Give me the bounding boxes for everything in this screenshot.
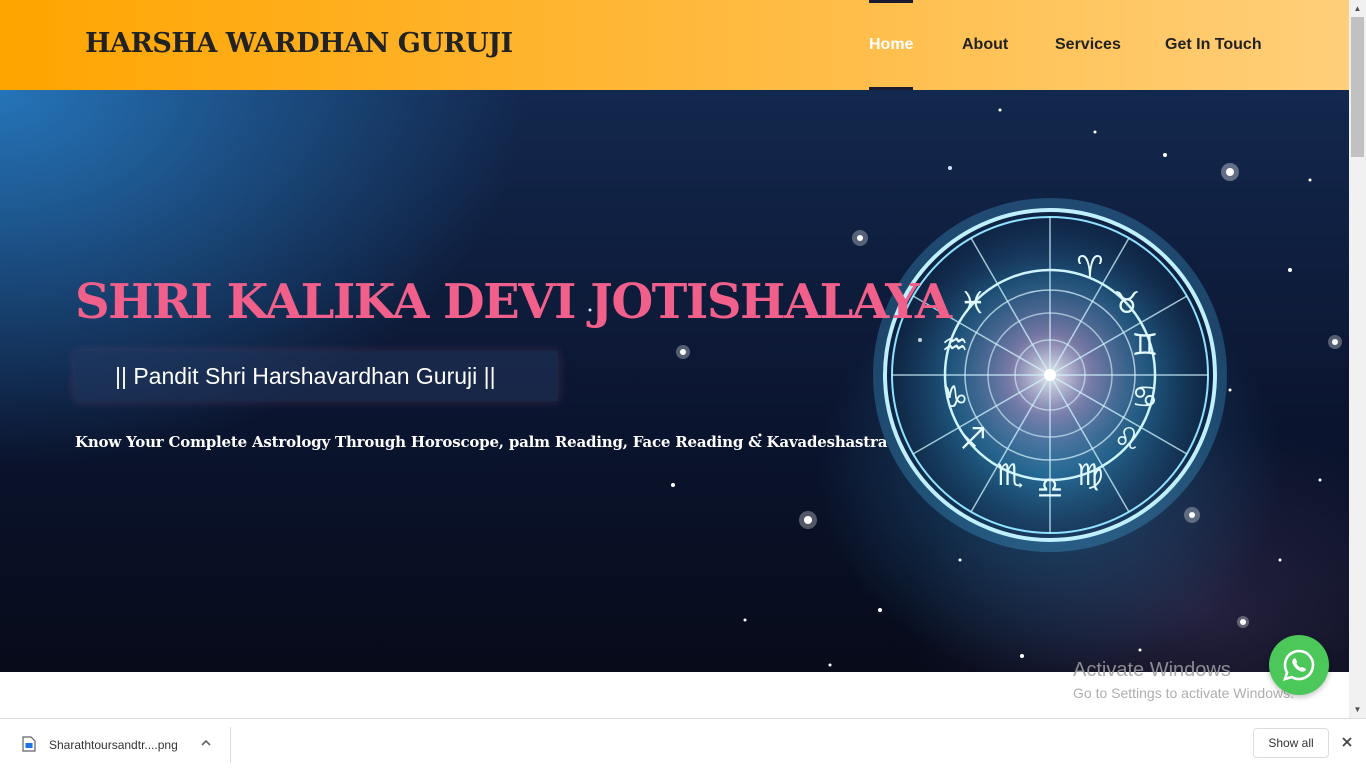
close-icon[interactable] [1340, 735, 1354, 749]
svg-text:♏: ♏ [997, 458, 1024, 493]
svg-text:♌: ♌ [1114, 422, 1141, 457]
page-scrollbar[interactable]: ▲ ▼ [1349, 0, 1366, 718]
svg-text:♒: ♒ [942, 328, 969, 363]
activate-windows-subtitle: Go to Settings to activate Windows. [1073, 685, 1294, 701]
activate-windows-title: Activate Windows [1073, 659, 1231, 681]
download-bar: Sharathtoursandtr....png Show all [0, 718, 1366, 769]
scroll-down-arrow-icon[interactable]: ▼ [1349, 701, 1366, 718]
nav-get-in-touch[interactable]: Get In Touch [1165, 0, 1262, 90]
zodiac-wheel-image: ♈ ♉ ♊ ♋ ♌ ♍ ♎ ♏ ♐ ♑ ♒ ♓ [873, 198, 1227, 552]
show-all-button[interactable]: Show all [1253, 728, 1329, 758]
whatsapp-button[interactable] [1269, 635, 1329, 695]
scrollbar-thumb[interactable] [1351, 17, 1364, 157]
nav-services[interactable]: Services [1055, 0, 1121, 90]
chevron-up-icon[interactable] [199, 736, 213, 750]
image-file-icon [22, 736, 36, 752]
hero-title: SHRI KALIKA DEVI JOTISHALAYA [75, 274, 952, 330]
whatsapp-icon [1283, 649, 1315, 681]
hero-subtitle-box: || Pandit Shri Harshavardhan Guruji || [75, 351, 558, 401]
nav-home[interactable]: Home [869, 0, 914, 90]
nav-services-label: Services [1055, 36, 1121, 53]
nav-active-indicator [869, 0, 914, 3]
svg-text:♑: ♑ [942, 380, 969, 415]
svg-text:♓: ♓ [960, 286, 987, 321]
svg-text:♍: ♍ [1077, 458, 1104, 493]
hero-banner: ♈ ♉ ♊ ♋ ♌ ♍ ♎ ♏ ♐ ♑ ♒ ♓ SHRI KALIKA DEVI… [0, 90, 1349, 672]
main-nav: Home About Services Get In Touch [0, 0, 1349, 90]
nav-home-label: Home [869, 36, 914, 53]
svg-text:♊: ♊ [1132, 328, 1159, 363]
svg-text:♋: ♋ [1132, 380, 1159, 415]
svg-text:♎: ♎ [1037, 471, 1064, 506]
hero-description: Know Your Complete Astrology Through Hor… [75, 433, 888, 451]
hero-subtitle: || Pandit Shri Harshavardhan Guruji || [115, 363, 496, 389]
scroll-up-arrow-icon[interactable]: ▲ [1349, 0, 1366, 17]
site-header: HARSHA WARDHAN GURUJI Home About Service… [0, 0, 1349, 90]
nav-about-label: About [962, 36, 1009, 53]
nav-get-in-touch-label: Get In Touch [1165, 36, 1262, 53]
svg-text:♐: ♐ [960, 422, 987, 457]
download-separator [230, 727, 231, 763]
svg-text:♈: ♈ [1077, 250, 1104, 285]
svg-text:♉: ♉ [1114, 286, 1141, 321]
nav-about[interactable]: About [962, 0, 1008, 90]
download-file-name[interactable]: Sharathtoursandtr....png [49, 738, 178, 752]
